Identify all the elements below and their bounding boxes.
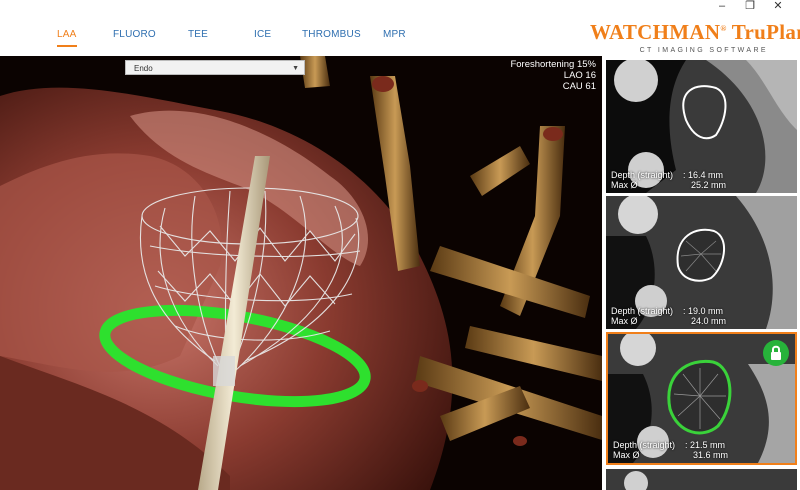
brand-logo: WATCHMAN® TruPlan™ CT IMAGING SOFTWARE	[590, 20, 800, 54]
view-angle-readout: Foreshortening 15% LAO 16 CAU 61	[510, 59, 596, 92]
thumb-measurements: Depth (straight) : 21.5 mm Max Ø 31.6 mm	[613, 440, 728, 460]
thumb-measurements: Depth (straight) : 19.0 mm Max Ø 24.0 mm	[611, 306, 726, 326]
lao-label: LAO 16	[563, 70, 596, 81]
brand-product: TruPlan	[731, 20, 800, 44]
tab-laa[interactable]: LAA	[57, 29, 77, 47]
minimize-button[interactable]: –	[712, 0, 732, 12]
thumb-measurements: Depth (straight) : 16.4 mm Max Ø 25.2 mm	[611, 170, 726, 190]
top-bar: LAA FLUORO TEE ICE THROMBUS MPR – ❐ ✕ WA…	[0, 0, 800, 56]
max-diameter-label: Max Ø	[613, 450, 640, 460]
tab-thrombus[interactable]: THROMBUS	[302, 29, 361, 40]
view-mode-value: Endo	[134, 64, 153, 73]
depth-label: Depth (straight)	[611, 306, 674, 316]
view-mode-select[interactable]: Endo ▼	[125, 60, 305, 75]
tab-tee[interactable]: TEE	[188, 29, 208, 40]
cross-section-thumb-3[interactable]: Depth (straight) : 21.5 mm Max Ø 31.6 mm	[606, 332, 797, 465]
3d-viewport[interactable]: Endo ▼ Foreshortening 15% LAO 16 CAU 61	[0, 56, 602, 490]
tab-ice[interactable]: ICE	[254, 29, 271, 40]
chevron-down-icon: ▼	[292, 65, 299, 72]
max-diameter-value: 24.0 mm	[691, 316, 727, 326]
depth-value: : 21.5 mm	[685, 440, 726, 450]
maximize-button[interactable]: ❐	[740, 0, 760, 12]
foreshortening-label: Foreshortening 15%	[510, 59, 596, 70]
brand-watchman: WATCHMAN	[590, 20, 721, 44]
brand-name: WATCHMAN® TruPlan™	[590, 20, 800, 45]
max-diameter-value: 31.6 mm	[693, 450, 729, 460]
heart-3d-render	[0, 56, 602, 490]
lock-button[interactable]	[763, 340, 789, 366]
lock-icon	[771, 345, 781, 360]
brand-subtitle: CT IMAGING SOFTWARE	[639, 47, 768, 54]
cross-section-thumb-1[interactable]: Depth (straight) : 16.4 mm Max Ø 25.2 mm	[606, 60, 797, 193]
depth-label: Depth (straight)	[613, 440, 676, 450]
max-diameter-label: Max Ø	[611, 316, 638, 326]
tab-fluoro[interactable]: FLUORO	[113, 29, 156, 40]
tab-mpr[interactable]: MPR	[383, 29, 406, 40]
close-button[interactable]: ✕	[768, 0, 788, 12]
depth-value: : 19.0 mm	[683, 306, 724, 316]
window-controls: – ❐ ✕	[712, 0, 792, 14]
cross-section-thumb-2[interactable]: Depth (straight) : 19.0 mm Max Ø 24.0 mm	[606, 196, 797, 329]
max-diameter-label: Max Ø	[611, 180, 638, 190]
depth-label: Depth (straight)	[611, 170, 674, 180]
ct-slice-image	[606, 469, 797, 490]
cross-section-panel: Depth (straight) : 16.4 mm Max Ø 25.2 mm D…	[603, 56, 800, 490]
cau-label: CAU 61	[562, 81, 596, 92]
cross-section-thumb-4[interactable]	[606, 469, 797, 490]
max-diameter-value: 25.2 mm	[691, 180, 727, 190]
depth-value: : 16.4 mm	[683, 170, 724, 180]
